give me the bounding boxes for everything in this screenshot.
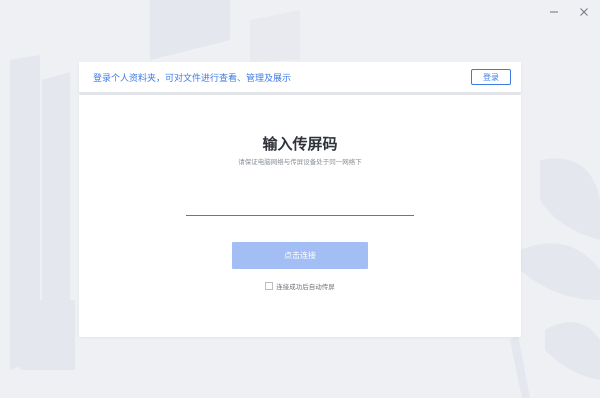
- minimize-button[interactable]: [546, 4, 562, 20]
- minimize-icon: [550, 11, 558, 13]
- window-controls: [546, 4, 592, 20]
- close-button[interactable]: [576, 4, 592, 20]
- close-icon: [580, 8, 588, 16]
- auto-cast-checkbox[interactable]: [265, 282, 274, 290]
- cast-code-card: 输入传屏码 请保证电脑网络与传屏设备处于同一网络下 点击连接 连接成功后自动传屏: [79, 95, 521, 337]
- auto-cast-label[interactable]: 连接成功后自动传屏: [276, 281, 335, 291]
- page-title: 输入传屏码: [262, 135, 338, 153]
- page-subtitle: 请保证电脑网络与传屏设备处于同一网络下: [238, 158, 362, 166]
- auto-cast-option: 连接成功后自动传屏: [79, 281, 521, 291]
- banner-text: 登录个人资料夹，可对文件进行查看、管理及展示: [93, 74, 292, 84]
- login-button[interactable]: 登录: [471, 69, 511, 85]
- cast-code-input[interactable]: [186, 193, 414, 216]
- connect-button[interactable]: 点击连接: [232, 242, 368, 269]
- login-banner: 登录个人资料夹，可对文件进行查看、管理及展示 登录: [79, 62, 521, 93]
- app-window: 登录个人资料夹，可对文件进行查看、管理及展示 登录 输入传屏码 请保证电脑网络与…: [0, 0, 600, 398]
